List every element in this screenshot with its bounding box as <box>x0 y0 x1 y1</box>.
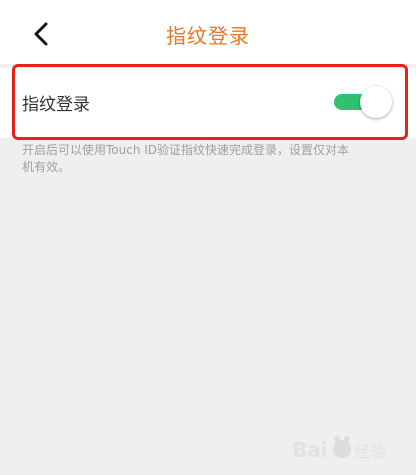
setting-description: 开启后可以使用Touch ID验证指纹快速完成登录，设置仅对本机有效。 <box>22 143 350 174</box>
fingerprint-login-label: 指纹登录 <box>22 95 90 115</box>
baidu-watermark-logo: Bai 经验 <box>290 427 410 471</box>
page-title: 指纹登录 <box>166 24 250 48</box>
header-bar: 指纹登录 <box>0 0 416 64</box>
fingerprint-login-row: 指纹登录 <box>0 68 416 138</box>
svg-text:经验: 经验 <box>354 442 386 461</box>
app-screen: 指纹登录 指纹登录 开启后可以使用Touch ID验证指纹快速完成登录，设置仅对… <box>0 0 416 475</box>
fingerprint-login-toggle[interactable] <box>332 86 394 118</box>
svg-text:Bai: Bai <box>292 438 328 462</box>
toggle-knob <box>360 86 392 118</box>
